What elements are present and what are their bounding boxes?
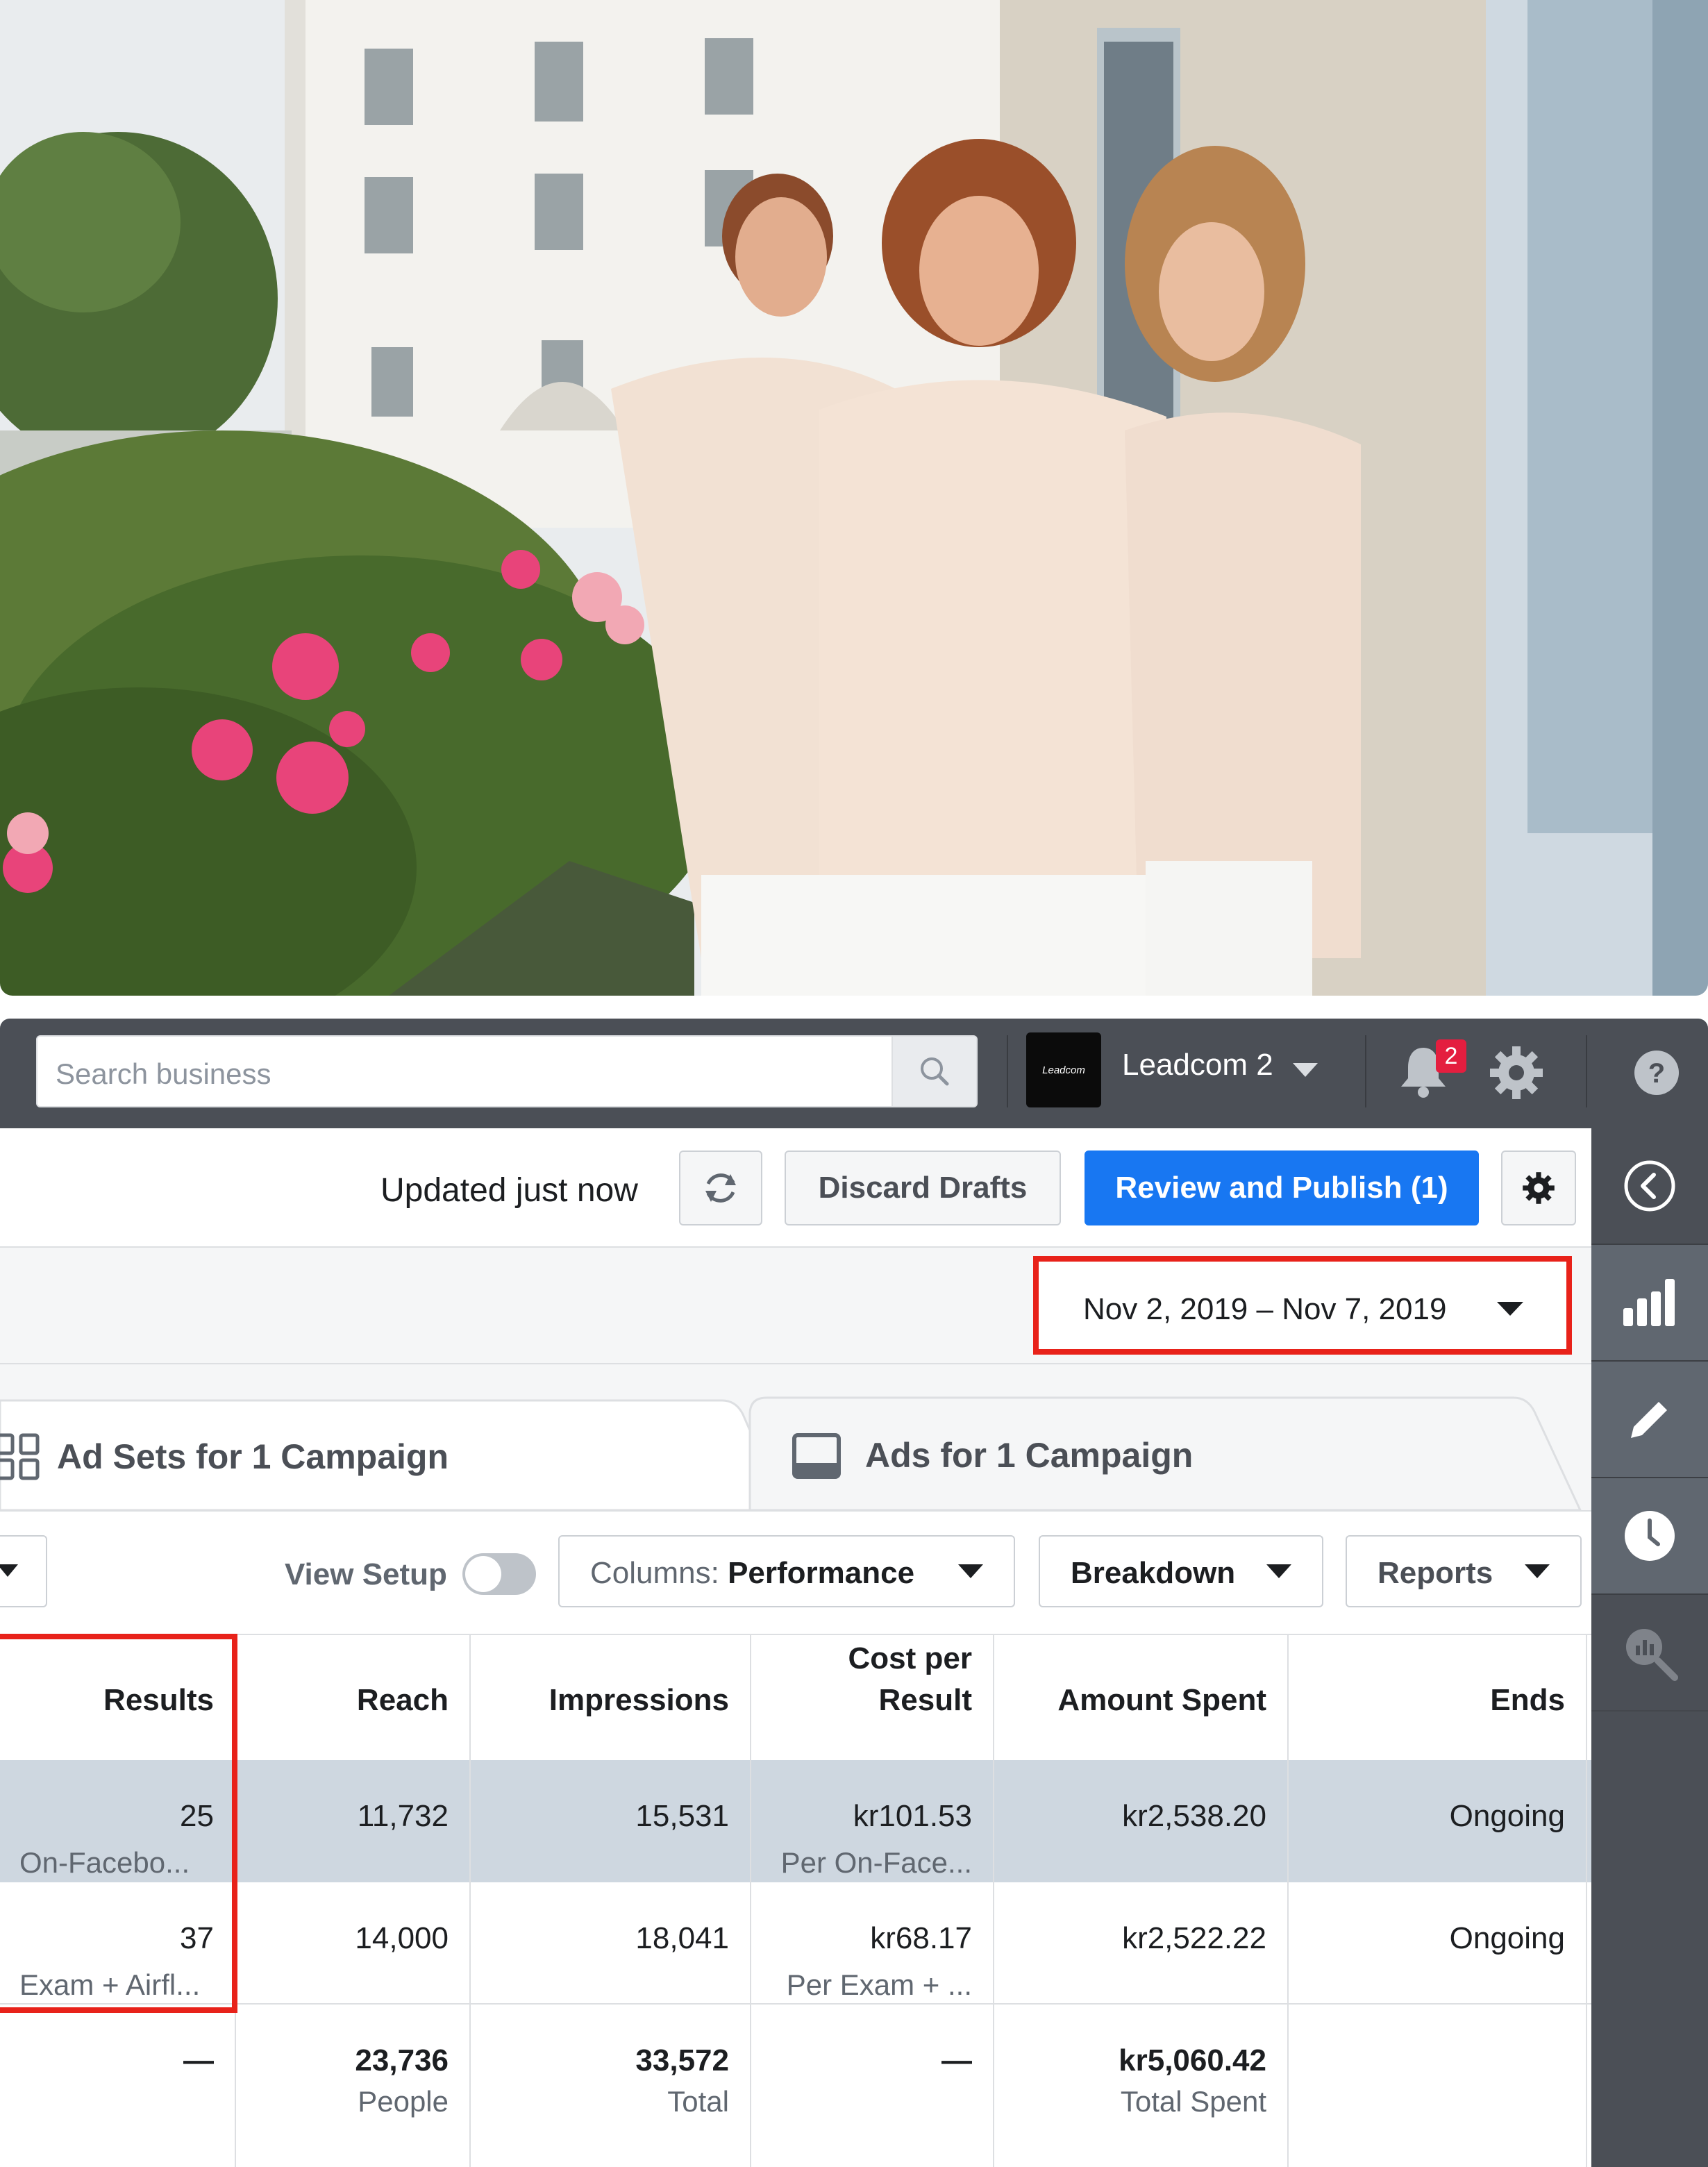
- clock-icon: [1625, 1511, 1675, 1561]
- tab-ad-sets-label: Ad Sets for 1 Campaign: [57, 1437, 449, 1476]
- caret-down-icon: [1497, 1302, 1523, 1316]
- refresh-button[interactable]: [679, 1151, 762, 1225]
- hero-photo: [0, 0, 1708, 996]
- cell-impressions: 18,041: [471, 1882, 751, 2003]
- inspect-button[interactable]: [1591, 1595, 1708, 1712]
- discard-drafts-button[interactable]: Discard Drafts: [785, 1151, 1061, 1225]
- svg-text:?: ?: [1648, 1058, 1665, 1089]
- table-row[interactable]: 37 Exam + Airfl... 14,000 18,041 kr68.17…: [0, 1882, 1591, 2005]
- top-bar: Search business Leadcom Leadcom 2 2 ?: [0, 1019, 1708, 1128]
- table-row[interactable]: 25 On-Facebo... 11,732 15,531 kr101.53 P…: [0, 1760, 1591, 1882]
- total-results: —: [0, 2005, 236, 2167]
- right-sidebar: [1591, 1128, 1708, 2167]
- edit-button[interactable]: [1591, 1362, 1708, 1478]
- columns-dropdown[interactable]: Columns: Performance: [558, 1535, 1015, 1607]
- divider: [1586, 1035, 1587, 1107]
- pencil-icon: [1631, 1402, 1667, 1438]
- total-impressions: 33,572 Total: [471, 2005, 751, 2167]
- cell-reach: 14,000: [236, 1882, 471, 2003]
- col-header-reach[interactable]: Reach: [236, 1635, 471, 1760]
- cell-cost-per-result: kr101.53 Per On-Face...: [751, 1760, 994, 1882]
- col-header-ends[interactable]: Ends: [1289, 1635, 1587, 1760]
- bar-chart-icon: [1623, 1279, 1675, 1326]
- reports-dropdown[interactable]: Reports: [1346, 1535, 1582, 1607]
- columns-value: Performance: [728, 1556, 915, 1590]
- toggle-knob: [465, 1556, 501, 1592]
- gear-icon[interactable]: [1489, 1045, 1544, 1101]
- updated-status: Updated just now: [380, 1172, 638, 1209]
- col-header-impressions[interactable]: Impressions: [471, 1635, 751, 1760]
- chevron-down-icon[interactable]: [1293, 1063, 1318, 1078]
- filter-row: View Setup Columns: Performance Breakdow…: [0, 1510, 1591, 1634]
- history-button[interactable]: [1591, 1478, 1708, 1595]
- review-publish-button[interactable]: Review and Publish (1): [1085, 1151, 1479, 1225]
- level-tabs: Ad Sets for 1 Campaign Ads for 1 Campaig…: [0, 1364, 1591, 1510]
- divider: [1007, 1035, 1008, 1107]
- cell-ends: Ongoing: [1289, 1760, 1587, 1882]
- tab-ads-label: Ads for 1 Campaign: [865, 1436, 1194, 1475]
- caret-down-icon: [1525, 1564, 1550, 1578]
- cell-impressions: 15,531: [471, 1760, 751, 1882]
- inspect-icon: [1626, 1629, 1678, 1681]
- table-header: Results Reach Impressions Cost per Result…: [0, 1634, 1591, 1760]
- gear-icon: [1523, 1172, 1555, 1204]
- total-amount-spent: kr5,060.42 Total Spent: [994, 2005, 1289, 2167]
- col-header-amount-spent[interactable]: Amount Spent: [994, 1635, 1289, 1760]
- collapse-button[interactable]: [1591, 1128, 1708, 1245]
- cell-results: 25 On-Facebo...: [0, 1760, 236, 1882]
- notification-badge: 2: [1436, 1039, 1466, 1073]
- caret-down-icon: [958, 1564, 983, 1578]
- results-table: Results Reach Impressions Cost per Result…: [0, 1634, 1591, 2167]
- breakdown-label: Breakdown: [1071, 1556, 1236, 1590]
- caret-down-icon: [0, 1564, 18, 1577]
- help-icon[interactable]: ?: [1633, 1049, 1680, 1096]
- cell-amount-spent: kr2,522.22: [994, 1882, 1289, 2003]
- cell-results: 37 Exam + Airfl...: [0, 1882, 236, 2003]
- view-setup-toggle[interactable]: [462, 1553, 536, 1595]
- total-reach: 23,736 People: [236, 2005, 471, 2167]
- reports-label: Reports: [1378, 1556, 1493, 1590]
- divider: [1365, 1035, 1366, 1107]
- charts-button[interactable]: [1591, 1245, 1708, 1362]
- settings-button[interactable]: [1501, 1151, 1576, 1225]
- search-placeholder: Search business: [56, 1057, 271, 1090]
- totals-row: — 23,736 People 33,572 Total — kr5,060.4…: [0, 2005, 1591, 2167]
- filter-dropdown[interactable]: [0, 1535, 47, 1607]
- cell-amount-spent: kr2,538.20: [994, 1760, 1289, 1882]
- date-range-picker[interactable]: Nov 2, 2019 – Nov 7, 2019: [1033, 1256, 1572, 1355]
- account-logo[interactable]: Leadcom: [1026, 1032, 1101, 1107]
- columns-label: Columns: Performance: [590, 1556, 914, 1591]
- cell-cost-per-result: kr68.17 Per Exam + ...: [751, 1882, 994, 2003]
- search-button[interactable]: [891, 1037, 976, 1106]
- cell-ends: Ongoing: [1289, 1882, 1587, 2003]
- chevron-left-icon: [1624, 1160, 1675, 1212]
- date-row: Nov 2, 2019 – Nov 7, 2019: [0, 1246, 1591, 1364]
- total-cost-per-result: —: [751, 2005, 994, 2167]
- columns-prefix: Columns:: [590, 1556, 728, 1590]
- caret-down-icon: [1266, 1564, 1291, 1578]
- ads-icon: [792, 1433, 841, 1479]
- view-setup-label: View Setup: [285, 1557, 447, 1591]
- search-input[interactable]: Search business: [36, 1035, 978, 1107]
- search-icon: [921, 1057, 949, 1086]
- ad-sets-icon: [0, 1433, 40, 1480]
- total-ends: [1289, 2005, 1587, 2167]
- date-range-label: Nov 2, 2019 – Nov 7, 2019: [1083, 1292, 1447, 1326]
- cell-reach: 11,732: [236, 1760, 471, 1882]
- breakdown-dropdown[interactable]: Breakdown: [1039, 1535, 1323, 1607]
- col-header-results[interactable]: Results: [0, 1635, 236, 1760]
- refresh-icon: [705, 1173, 736, 1203]
- account-name[interactable]: Leadcom 2: [1122, 1048, 1273, 1082]
- action-toolbar: Updated just now Discard Drafts Review a…: [0, 1128, 1591, 1246]
- col-header-cost-per-result[interactable]: Cost per Result: [751, 1635, 994, 1760]
